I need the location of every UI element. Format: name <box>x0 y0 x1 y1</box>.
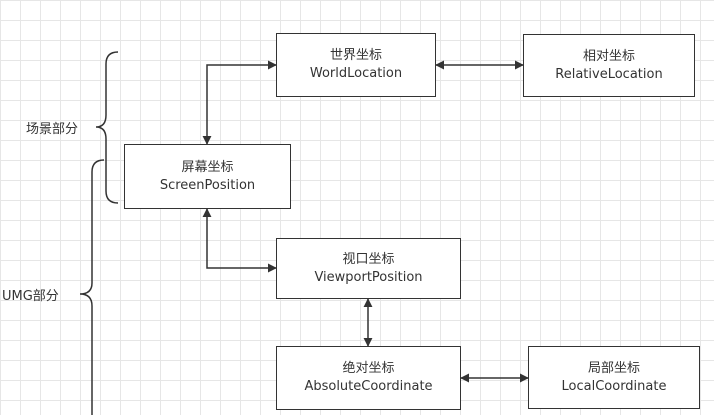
screen-position-subtitle: ScreenPosition <box>159 177 256 193</box>
local-coordinate-node: 局部坐标 LocalCoordinate <box>528 346 700 409</box>
scene-group-label: 场景部分 <box>26 122 79 137</box>
local-coordinate-subtitle: LocalCoordinate <box>561 378 667 394</box>
relative-location-node: 相对坐标 RelativeLocation <box>523 34 695 97</box>
umg-brace <box>79 159 105 415</box>
world-location-title: 世界坐标 <box>329 48 382 63</box>
scene-brace <box>95 51 119 204</box>
viewport-position-node: 视口坐标 ViewportPosition <box>276 238 461 299</box>
relative-location-title: 相对坐标 <box>582 48 635 64</box>
screen-position-node: 屏幕坐标 ScreenPosition <box>124 144 291 209</box>
absolute-coordinate-title: 绝对坐标 <box>342 361 395 376</box>
viewport-position-subtitle: ViewportPosition <box>314 269 423 285</box>
world-location-subtitle: WorldLocation <box>309 66 403 81</box>
local-coordinate-title: 局部坐标 <box>587 360 640 376</box>
viewport-position-title: 视口坐标 <box>342 251 395 267</box>
world-location-node: 世界坐标 WorldLocation <box>276 33 436 97</box>
screen-position-title: 屏幕坐标 <box>181 159 234 175</box>
screen-world-connector <box>202 60 277 145</box>
absolute-coordinate-subtitle: AbsoluteCoordinate <box>304 379 433 394</box>
screen-viewport-connector <box>202 208 277 273</box>
umg-group-label: UMG部分 <box>2 289 59 304</box>
relative-location-subtitle: RelativeLocation <box>555 66 663 82</box>
absolute-coordinate-node: 绝对坐标 AbsoluteCoordinate <box>276 346 461 410</box>
